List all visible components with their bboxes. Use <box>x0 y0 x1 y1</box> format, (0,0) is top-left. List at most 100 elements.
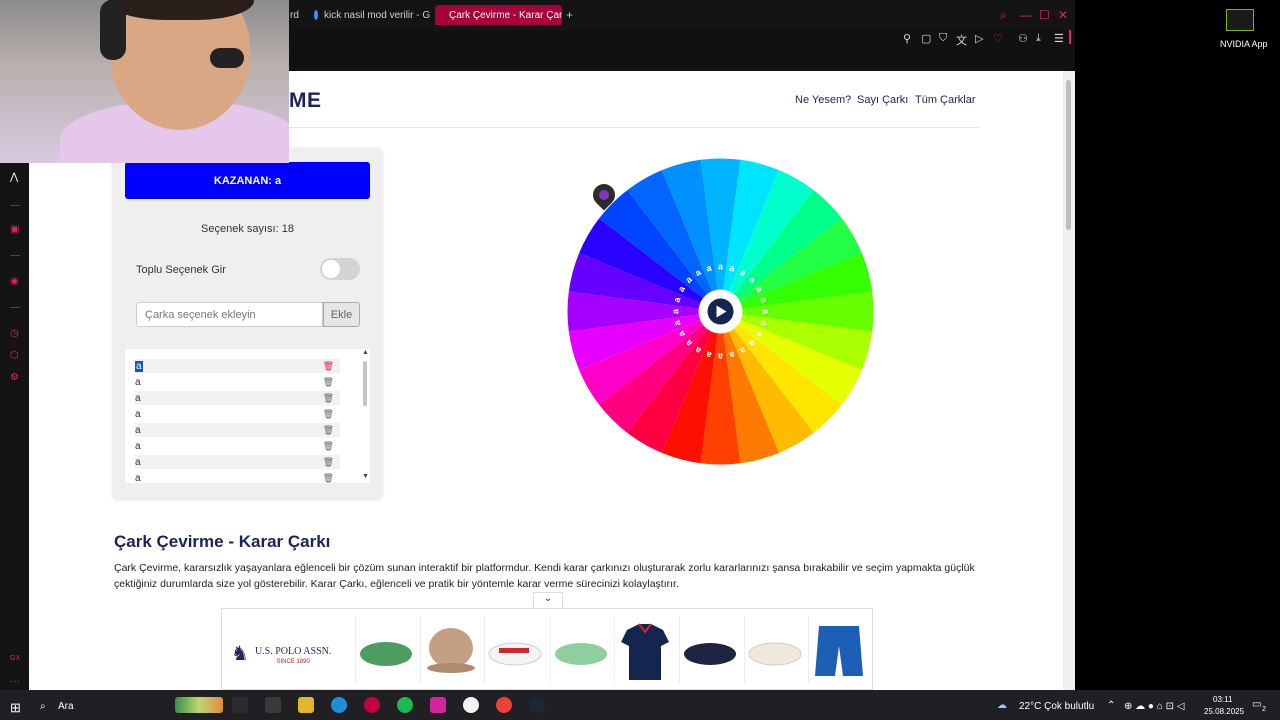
site-logo[interactable]: ME <box>289 89 322 113</box>
clock-time[interactable]: 03:11 <box>1213 695 1232 704</box>
trash-icon[interactable]: 🗑 <box>323 441 334 452</box>
wheel-svg[interactable]: a a aaaaaaaaaaaaaaaaaaaaa a <box>567 158 874 465</box>
weather-text[interactable]: 22°C Çok bulutlu <box>1019 701 1094 712</box>
screen: rd kick nasil mod verilir - Go Çark Çevi… <box>0 0 1280 720</box>
list-item[interactable]: a 🗑 <box>135 455 340 469</box>
file-explorer-icon[interactable] <box>298 697 314 713</box>
menu-icon[interactable]: ☰ <box>1054 32 1064 45</box>
trash-icon[interactable]: 🗑 <box>323 473 334 484</box>
play-icon[interactable]: ▷ <box>975 32 983 45</box>
ad-product-slide-beige[interactable] <box>744 616 804 684</box>
ad-product-slide-green[interactable] <box>355 616 415 684</box>
clock-date[interactable]: 25.08.2025 <box>1204 707 1244 716</box>
page-scroll-thumb[interactable] <box>1066 80 1071 230</box>
download-icon[interactable]: ⤓ <box>1036 32 1041 45</box>
weather-icon[interactable]: ☁ <box>997 700 1007 711</box>
tray-chevron-icon[interactable]: ⌃ <box>1107 700 1115 711</box>
spin-wheel[interactable]: aaaaaaaaaaaaaaaaaaaaaaaa <box>567 158 874 465</box>
account-icon[interactable]: ⚇ <box>1018 32 1028 45</box>
bulk-entry-toggle[interactable] <box>320 258 360 280</box>
nav-link-ne-yesem[interactable]: Ne Yesem? <box>795 94 851 106</box>
steam-icon[interactable] <box>529 697 545 713</box>
taskbar-search-icon[interactable]: ⌕ <box>40 701 46 712</box>
taskbar-search-label[interactable]: Ara <box>58 701 74 712</box>
ad-brand-logo[interactable]: ♞ U.S. POLO ASSN. SINCE 1890 <box>231 628 351 678</box>
list-item[interactable]: a 🗑 <box>135 439 340 453</box>
separator-icon: — <box>10 302 20 313</box>
shield-icon[interactable]: ⛉ <box>939 32 947 45</box>
option-label: a <box>135 440 141 452</box>
store-icon[interactable] <box>265 697 281 713</box>
ad-collapse-button[interactable]: ⌄ <box>533 592 563 608</box>
nav-link-sayi-carki[interactable]: Sayı Çarkı <box>857 94 908 106</box>
ad-product-slide-navy[interactable] <box>679 616 739 684</box>
ad-product-cap[interactable] <box>420 616 480 684</box>
trash-icon[interactable]: 🗑 <box>323 393 334 404</box>
trash-icon[interactable]: 🗑 <box>323 377 334 388</box>
twitch-icon[interactable]: ▣ <box>10 224 19 235</box>
google-icon <box>314 10 318 20</box>
opera-gx-icon[interactable] <box>364 697 380 713</box>
list-item[interactable]: a 🗑 <box>135 471 340 484</box>
instagram-icon[interactable] <box>430 697 446 713</box>
webcam-mic <box>210 48 244 68</box>
trash-icon[interactable]: 🗑 <box>323 457 334 468</box>
new-tab-button[interactable]: + <box>566 8 573 22</box>
option-count: Seçenek sayısı: 18 <box>201 223 294 235</box>
translate-icon[interactable]: 文 <box>956 32 967 48</box>
add-option-button[interactable]: Ekle <box>323 302 360 327</box>
desktop-background <box>1075 0 1280 690</box>
list-item[interactable]: a 🗑 <box>135 407 340 421</box>
tab-cark-cevirme[interactable]: Çark Çevirme - Karar Çark <box>435 5 562 25</box>
trash-icon[interactable]: 🗑 <box>323 425 334 436</box>
list-item[interactable]: a 🗑 <box>135 423 340 437</box>
trash-icon[interactable]: 🗑 <box>323 361 334 372</box>
search-icon[interactable]: ⌕ <box>1000 8 1007 23</box>
option-label: a <box>135 376 141 388</box>
history-icon[interactable]: ◷ <box>10 328 19 339</box>
list-scroll-down-icon[interactable]: ▼ <box>362 473 369 480</box>
list-item[interactable]: a 🗑 <box>135 391 340 405</box>
list-scroll-up-icon[interactable]: ▲ <box>362 349 369 356</box>
winner-banner: KAZANAN: a <box>125 162 370 199</box>
list-item[interactable]: a 🗑 <box>135 359 340 373</box>
ad-product-slide-mint[interactable] <box>550 616 610 684</box>
player-icon[interactable]: ◉ <box>10 276 19 287</box>
list-scrollbar[interactable] <box>363 361 367 406</box>
maximize-icon[interactable]: ☐ <box>1039 8 1050 22</box>
option-input[interactable]: Çarka seçenek ekleyin <box>136 302 323 327</box>
more-icon[interactable]: ··· <box>10 676 20 687</box>
polo-horse-icon: ♞ <box>231 642 249 665</box>
tray-icons[interactable]: ⊕ ☁ ● ⌂ ⊡ ◁ <box>1124 701 1184 712</box>
list-item[interactable]: a 🗑 <box>135 375 340 389</box>
edge-icon[interactable] <box>331 697 347 713</box>
obs-icon[interactable] <box>463 697 479 713</box>
option-label: a <box>135 392 141 404</box>
screenshot-icon[interactable]: ▢ <box>921 32 931 45</box>
slide-image <box>555 643 607 665</box>
ad-product-shorts[interactable] <box>808 616 868 684</box>
trash-icon[interactable]: 🗑 <box>323 409 334 420</box>
pin-icon[interactable]: ⚲ <box>903 32 911 45</box>
tab-google-search[interactable]: kick nasil mod verilir - Go <box>306 5 430 25</box>
nvidia-app-icon[interactable] <box>1226 9 1254 31</box>
accent-bar <box>1069 30 1071 44</box>
aria-icon[interactable]: ⋀ <box>10 172 18 183</box>
chrome-icon[interactable] <box>496 697 512 713</box>
heart-icon[interactable]: ♡ <box>993 32 1003 45</box>
ad-product-slide-white[interactable] <box>484 616 544 684</box>
slide-image <box>360 642 412 666</box>
options-list: a 🗑 a 🗑 a 🗑 a 🗑 a 🗑 a 🗑 a 🗑 a 🗑 <box>125 349 370 483</box>
article-text: Çark Çevirme, kararsızlık yaşayanlara eğ… <box>114 562 975 590</box>
minimize-icon[interactable]: — <box>1020 8 1032 22</box>
extensions-icon[interactable]: ⬡ <box>10 350 19 361</box>
close-icon[interactable]: ✕ <box>1058 8 1068 22</box>
spotify-icon[interactable] <box>397 697 413 713</box>
task-view-icon[interactable] <box>232 697 248 713</box>
ad-product-polo-shirt[interactable] <box>614 616 674 684</box>
notifications-icon[interactable]: ▭ <box>1252 699 1261 710</box>
nav-link-tum-carklar[interactable]: Tüm Çarklar <box>915 94 976 106</box>
windows-start-icon[interactable]: ⊞ <box>10 700 21 716</box>
tab-label: kick nasil mod verilir - Go <box>324 9 430 21</box>
settings-icon[interactable]: ⚙ <box>10 372 19 383</box>
